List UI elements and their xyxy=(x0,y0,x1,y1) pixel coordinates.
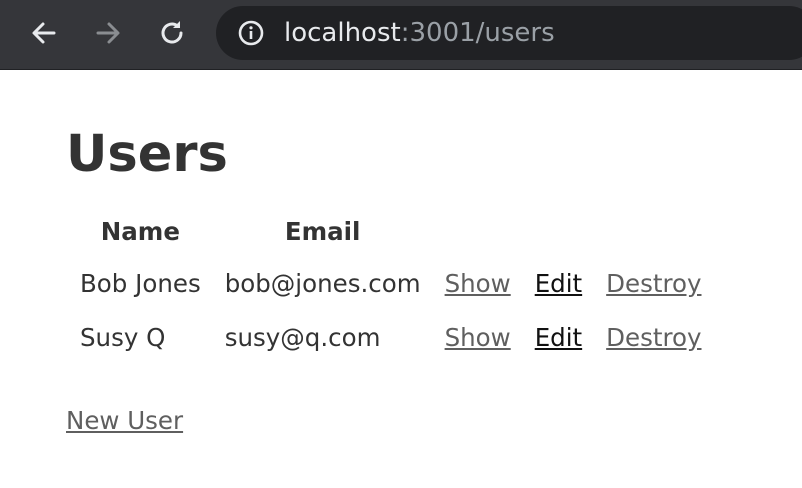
table-row: Bob Jones bob@jones.com Show Edit Destro… xyxy=(68,256,714,310)
edit-link[interactable]: Edit xyxy=(535,323,582,352)
table-header-row: Name Email xyxy=(68,206,714,256)
column-header-name: Name xyxy=(100,216,180,246)
column-header-show xyxy=(433,206,523,256)
destroy-link[interactable]: Destroy xyxy=(606,269,701,298)
forward-button[interactable] xyxy=(92,17,124,49)
destroy-link[interactable]: Destroy xyxy=(606,323,701,352)
table-row: Susy Q susy@q.com Show Edit Destroy xyxy=(68,310,714,364)
show-link[interactable]: Show xyxy=(445,323,511,352)
user-name-cell: Bob Jones xyxy=(80,268,201,298)
column-header-email: Email xyxy=(284,216,361,246)
url-path: :3001/users xyxy=(400,18,555,48)
page-title: Users xyxy=(66,125,228,184)
url-host: localhost xyxy=(284,18,401,48)
user-email-cell: susy@q.com xyxy=(224,322,381,352)
arrow-right-icon xyxy=(96,22,120,44)
address-bar[interactable]: localhost:3001/users xyxy=(216,6,802,60)
url-text[interactable]: localhost:3001/users xyxy=(284,6,555,60)
column-header-edit xyxy=(523,206,594,256)
arrow-left-icon xyxy=(32,22,56,44)
reload-button[interactable] xyxy=(156,17,188,49)
edit-link[interactable]: Edit xyxy=(535,269,582,298)
back-button[interactable] xyxy=(28,17,60,49)
user-name-cell: Susy Q xyxy=(80,322,166,352)
info-icon[interactable] xyxy=(238,20,264,46)
reload-icon xyxy=(161,21,183,44)
column-header-destroy xyxy=(594,206,713,256)
browser-toolbar: localhost:3001/users xyxy=(0,0,802,70)
users-table: Name Email Bob Jones bob@jones.com Show … xyxy=(68,206,714,364)
user-email-cell: bob@jones.com xyxy=(224,268,421,298)
new-user-link[interactable]: New User xyxy=(66,406,183,435)
show-link[interactable]: Show xyxy=(445,269,511,298)
